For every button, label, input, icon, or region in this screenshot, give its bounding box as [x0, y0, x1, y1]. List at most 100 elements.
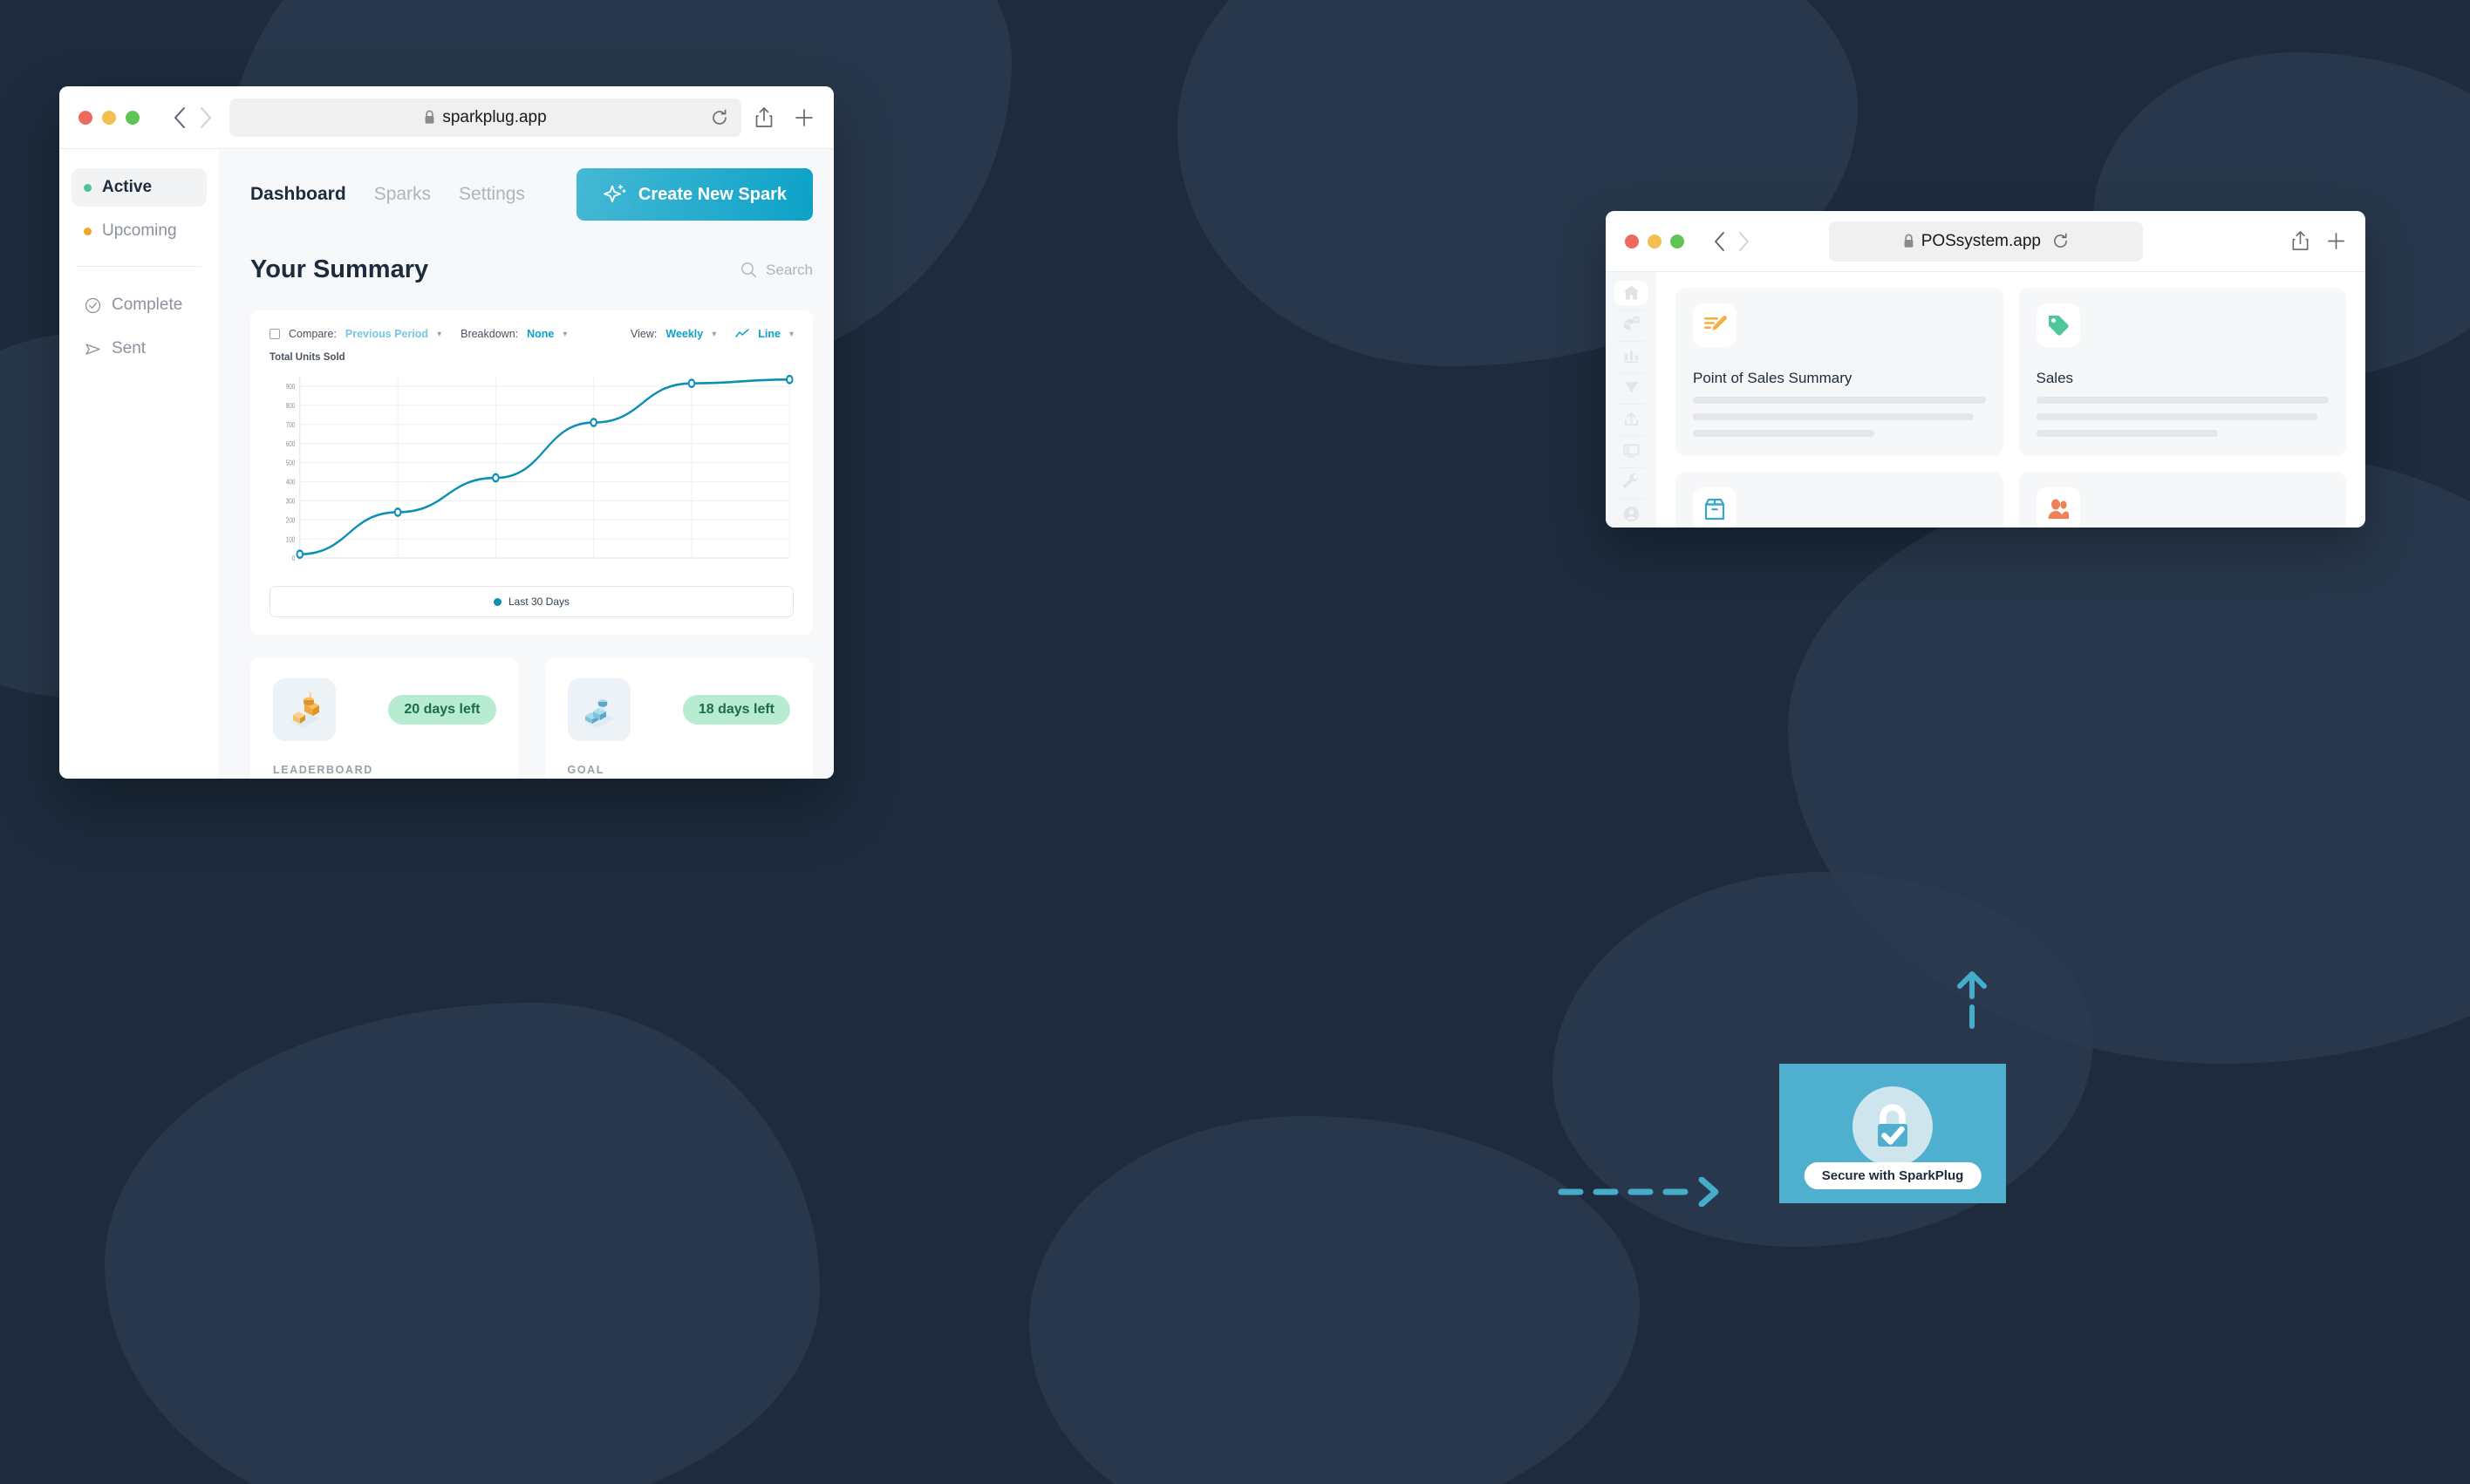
- tab-dashboard[interactable]: Dashboard: [250, 184, 346, 205]
- view-label: View:: [631, 328, 658, 340]
- rail-item-account[interactable]: [1614, 501, 1648, 526]
- spark-card-leaderboard[interactable]: 20 days left LEADERBOARD Holiday Spark: [250, 657, 519, 779]
- sidebar-item-active[interactable]: Active: [72, 168, 207, 207]
- wrench-icon: [1622, 473, 1641, 491]
- spark-card-kicker: GOAL: [567, 764, 605, 776]
- sidebar-divider: [77, 266, 201, 267]
- check-circle-icon: [84, 296, 101, 314]
- rail-item-reports[interactable]: [1614, 344, 1648, 368]
- home-icon: [1622, 283, 1641, 302]
- chrome-actions: [2290, 230, 2346, 252]
- spark-card-top: 20 days left: [273, 678, 496, 741]
- close-button[interactable]: [78, 110, 92, 125]
- sidebar-item-sent[interactable]: Sent: [72, 330, 207, 368]
- tab-settings[interactable]: Settings: [459, 184, 525, 205]
- compare-value[interactable]: Previous Period: [345, 328, 428, 340]
- secure-with-sparkplug-panel: Secure with SparkPlug: [1779, 1064, 2006, 1203]
- zoom-button[interactable]: [126, 110, 140, 125]
- share-icon[interactable]: [2290, 230, 2310, 252]
- pos-card-products[interactable]: Products: [1675, 472, 2003, 528]
- legend-swatch: [493, 597, 502, 606]
- close-button[interactable]: [1625, 234, 1639, 248]
- plus-icon[interactable]: [794, 107, 815, 128]
- sidebar-item-complete[interactable]: Complete: [72, 286, 207, 324]
- chart-toolbar: Compare: Previous Period ▾ Breakdown: No…: [270, 328, 794, 340]
- skeleton-line: [1693, 413, 1975, 420]
- pos-card-sales[interactable]: Sales: [2018, 288, 2346, 456]
- forward-icon[interactable]: [1731, 229, 1756, 254]
- create-new-spark-label: Create New Spark: [638, 184, 787, 204]
- svg-text:0: 0: [292, 554, 296, 562]
- lock-icon: [1903, 234, 1914, 248]
- skeleton-line: [1693, 397, 1986, 404]
- rail-item-filter[interactable]: [1614, 376, 1648, 400]
- price-tag-icon: [2036, 303, 2080, 347]
- rail-item-upload[interactable]: [1614, 407, 1648, 432]
- background-blob: [105, 1003, 820, 1484]
- share-icon[interactable]: [754, 106, 774, 129]
- spark-card-goal[interactable]: 18 days left GOAL Double Spark: [544, 657, 813, 779]
- plus-icon[interactable]: [2326, 231, 2346, 251]
- address-bar[interactable]: POSsystem.app: [1829, 221, 2144, 262]
- legend-label: Last 30 Days: [508, 596, 570, 608]
- svg-text:900: 900: [286, 382, 296, 391]
- rail-divider: [1618, 466, 1644, 468]
- spark-cards: 20 days left LEADERBOARD Holiday Spark: [250, 657, 813, 779]
- chevron-down-icon[interactable]: ▾: [437, 330, 441, 339]
- summary-header: Your Summary Search: [250, 255, 813, 284]
- rail-item-add-box[interactable]: [1614, 312, 1648, 337]
- sidebar-item-label: Sent: [112, 339, 147, 357]
- sparkplug-browser-window: sparkplug.app Active Upcoming Complete S…: [59, 86, 834, 779]
- tab-sparks[interactable]: Sparks: [374, 184, 431, 205]
- svg-text:200: 200: [286, 516, 296, 525]
- rail-item-display[interactable]: [1614, 439, 1648, 463]
- sidebar-item-upcoming[interactable]: Upcoming: [72, 212, 207, 250]
- create-new-spark-button[interactable]: Create New Spark: [576, 168, 813, 221]
- back-icon[interactable]: [1707, 229, 1731, 254]
- reload-icon[interactable]: [710, 108, 729, 127]
- chart-type-value[interactable]: Line: [758, 328, 781, 340]
- reload-icon[interactable]: [2051, 232, 2070, 250]
- chart-legend: Last 30 Days: [270, 586, 794, 617]
- sparkle-icon: [603, 182, 627, 207]
- traffic-lights: [1625, 234, 1693, 248]
- address-bar[interactable]: sparkplug.app: [229, 98, 741, 137]
- svg-text:600: 600: [286, 439, 296, 448]
- compare-checkbox[interactable]: [270, 329, 280, 339]
- podium-isometric-icon: [273, 678, 336, 741]
- pos-icon-rail: [1606, 272, 1656, 528]
- view-value[interactable]: Weekly: [665, 328, 703, 340]
- rail-divider: [1618, 498, 1644, 500]
- pos-card-title: Sales: [2036, 370, 2074, 386]
- chevron-down-icon[interactable]: ▾: [563, 330, 567, 339]
- svg-text:300: 300: [286, 497, 296, 506]
- sidebar-item-label: Complete: [112, 296, 183, 314]
- content-topbar: Dashboard Sparks Settings Create New Spa…: [250, 168, 813, 221]
- skeleton-line: [2036, 397, 2329, 404]
- search-input[interactable]: Search: [740, 262, 813, 279]
- paper-plane-icon: [84, 340, 101, 357]
- chart-card: Compare: Previous Period ▾ Breakdown: No…: [250, 310, 813, 635]
- possystem-browser-window: POSsystem.app Point of Sales Summary Sal…: [1606, 211, 2365, 528]
- svg-text:800: 800: [286, 401, 296, 410]
- minimize-button[interactable]: [1648, 234, 1661, 248]
- rail-item-home[interactable]: [1614, 281, 1648, 305]
- compare-label: Compare:: [289, 328, 337, 340]
- svg-text:100: 100: [286, 535, 296, 544]
- chart-toolbar-left: Compare: Previous Period ▾ Breakdown: No…: [270, 328, 567, 340]
- back-icon[interactable]: [167, 105, 193, 131]
- zoom-button[interactable]: [1670, 234, 1684, 248]
- breakdown-value[interactable]: None: [527, 328, 554, 340]
- forward-icon[interactable]: [193, 105, 219, 131]
- pos-card-point-of-sales-summary[interactable]: Point of Sales Summary: [1675, 288, 2003, 456]
- pos-card-employee[interactable]: Employee: [2018, 472, 2346, 528]
- chevron-down-icon[interactable]: ▾: [712, 330, 716, 339]
- rail-item-tools[interactable]: [1614, 470, 1648, 494]
- line-chart: 0 100 200 300 400 500 600 700 800 900: [270, 371, 794, 572]
- chart-title: Total Units Sold: [270, 352, 345, 363]
- minimize-button[interactable]: [102, 110, 116, 125]
- sidebar: Active Upcoming Complete Sent: [59, 149, 219, 779]
- spark-card-kicker: LEADERBOARD: [273, 764, 373, 776]
- skeleton-line: [1693, 430, 1874, 437]
- chevron-down-icon[interactable]: ▾: [789, 330, 794, 339]
